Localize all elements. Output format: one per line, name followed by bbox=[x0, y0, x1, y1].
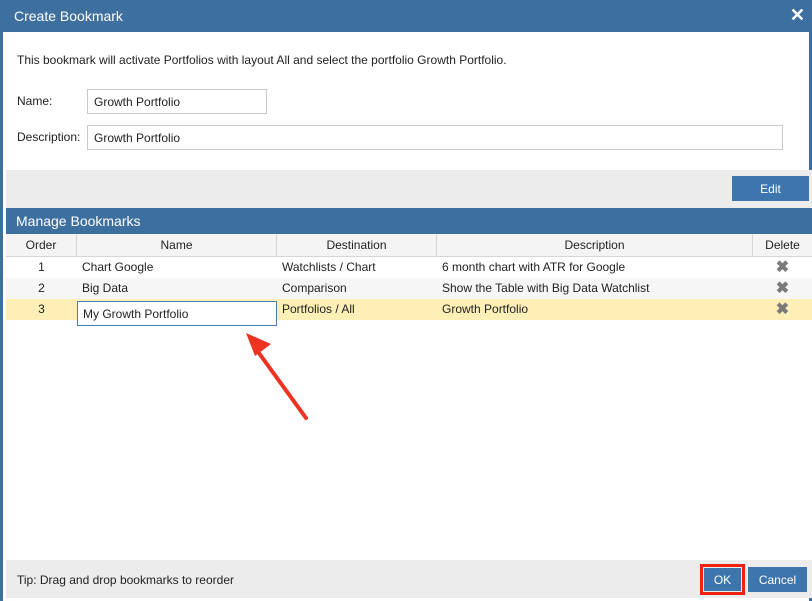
table-row[interactable]: 2 Big Data Comparison Show the Table wit… bbox=[6, 278, 812, 300]
edit-toolbar: Edit bbox=[6, 170, 812, 208]
delete-icon[interactable]: ✖ bbox=[753, 278, 812, 299]
column-header-delete: Delete bbox=[765, 238, 800, 252]
row-destination: Watchlists / Chart bbox=[282, 260, 376, 274]
name-label: Name: bbox=[17, 94, 53, 108]
delete-icon[interactable]: ✖ bbox=[753, 257, 812, 278]
row-description[interactable]: Growth Portfolio bbox=[442, 299, 748, 320]
row-name[interactable]: Chart Google bbox=[82, 257, 272, 278]
column-header-description[interactable]: Description bbox=[437, 234, 753, 256]
table-row[interactable]: 1 Chart Google Watchlists / Chart 6 mont… bbox=[6, 257, 812, 279]
bookmark-info-text: This bookmark will activate Portfolios w… bbox=[17, 53, 507, 67]
edit-button[interactable]: Edit bbox=[732, 176, 809, 201]
row-order: 2 bbox=[38, 281, 45, 295]
annotation-arrow-icon bbox=[246, 333, 308, 420]
column-header-order[interactable]: Order bbox=[6, 234, 77, 256]
delete-icon[interactable]: ✖ bbox=[753, 299, 812, 320]
manage-bookmarks-title: Manage Bookmarks bbox=[16, 213, 141, 229]
row-order: 1 bbox=[38, 260, 45, 274]
reorder-tip: Tip: Drag and drop bookmarks to reorder bbox=[17, 573, 234, 587]
dialog-footer: Tip: Drag and drop bookmarks to reorder … bbox=[6, 560, 812, 598]
dialog-titlebar: Create Bookmark ✕ bbox=[3, 0, 812, 32]
bookmarks-table: Order Name Destination Description Delet… bbox=[6, 234, 812, 560]
ok-button[interactable]: OK bbox=[704, 568, 741, 591]
dialog-title: Create Bookmark bbox=[14, 8, 123, 24]
description-label: Description: bbox=[17, 130, 81, 144]
row-name[interactable]: Big Data bbox=[82, 278, 272, 299]
manage-bookmarks-header: Manage Bookmarks bbox=[6, 208, 812, 234]
create-bookmark-dialog: Create Bookmark ✕ This bookmark will act… bbox=[0, 0, 812, 601]
description-field[interactable] bbox=[87, 125, 783, 150]
row-description[interactable]: 6 month chart with ATR for Google bbox=[442, 257, 748, 278]
row-description[interactable]: Show the Table with Big Data Watchlist bbox=[442, 278, 748, 299]
table-header: Order Name Destination Description Delet… bbox=[6, 234, 812, 257]
row-destination: Comparison bbox=[282, 281, 347, 295]
column-header-name[interactable]: Name bbox=[77, 234, 277, 256]
row-destination: Portfolios / All bbox=[282, 302, 355, 316]
name-field[interactable] bbox=[87, 89, 267, 114]
row-order: 3 bbox=[38, 302, 45, 316]
cancel-button[interactable]: Cancel bbox=[748, 567, 807, 592]
close-icon[interactable]: ✕ bbox=[790, 5, 805, 26]
bookmark-name-edit-input[interactable] bbox=[77, 301, 277, 326]
column-header-destination[interactable]: Destination bbox=[277, 234, 437, 256]
